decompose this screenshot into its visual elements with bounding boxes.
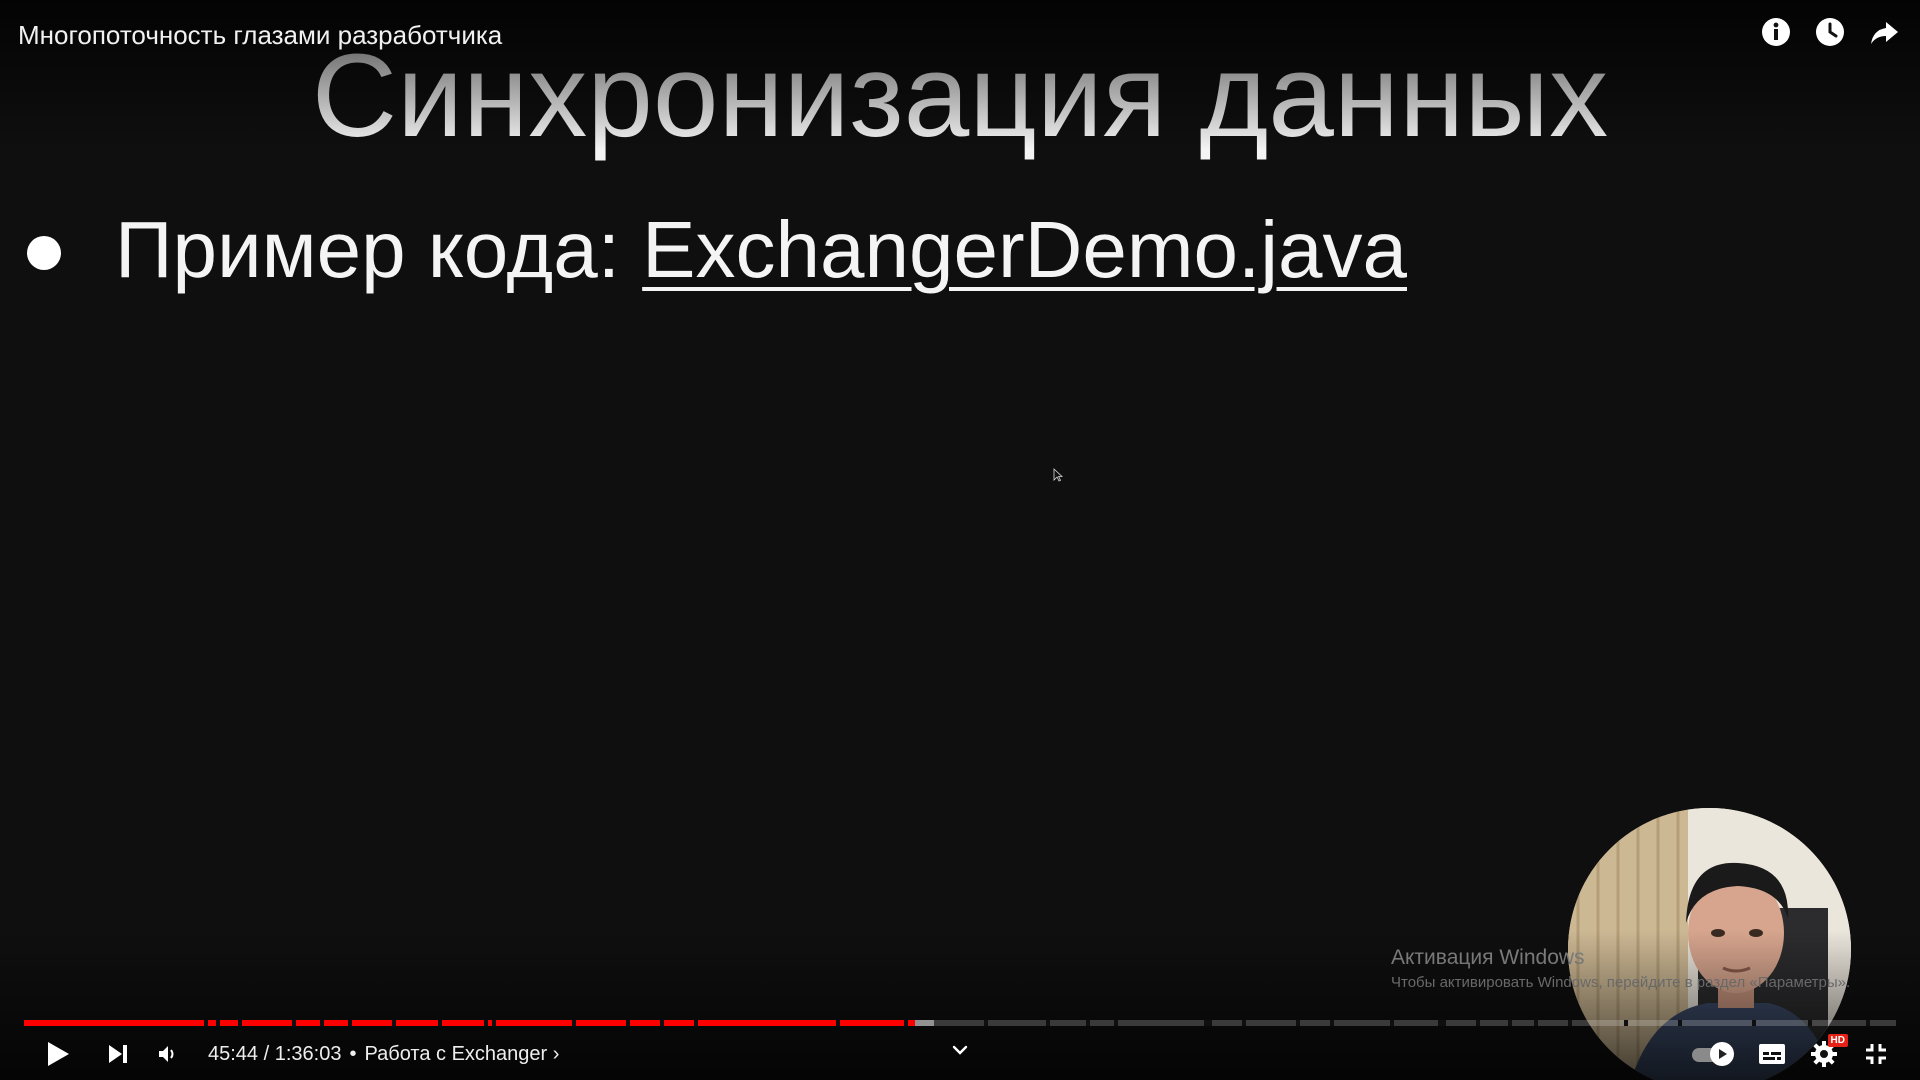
chapter-marker	[484, 1020, 488, 1026]
subtitles-icon	[1759, 1044, 1785, 1064]
chapter-marker	[1752, 1020, 1756, 1026]
slide-bullet-text: Пример кода: ExchangerDemo.java	[115, 204, 1407, 296]
skip-next-icon	[109, 1045, 127, 1063]
chapter-marker	[984, 1020, 988, 1026]
chapter-title: Работа с Exchanger	[364, 1042, 548, 1065]
hd-badge: HD	[1827, 1034, 1848, 1047]
exchanger-demo-link[interactable]: ExchangerDemo.java	[642, 205, 1407, 294]
chapter-marker	[1242, 1020, 1246, 1026]
chapter-marker	[1330, 1020, 1334, 1026]
chapter-marker	[1046, 1020, 1050, 1026]
chapter-marker	[1086, 1020, 1090, 1026]
exit-fullscreen-button[interactable]	[1860, 1038, 1892, 1070]
exit-fullscreen-icon	[1866, 1044, 1886, 1064]
chapter-marker	[1390, 1020, 1394, 1026]
next-button[interactable]	[100, 1036, 136, 1072]
volume-button[interactable]	[150, 1036, 186, 1072]
share-button[interactable]	[1868, 16, 1900, 48]
controls-left: 45:44 / 1:36:03 • Работа с Exchanger ›	[40, 1036, 559, 1072]
chapter-marker	[1114, 1020, 1118, 1026]
watch-later-button[interactable]	[1814, 16, 1846, 48]
video-player[interactable]: Синхронизация данных Пример кода: Exchan…	[0, 0, 1920, 1080]
autoplay-knob	[1710, 1042, 1734, 1066]
chapter-marker	[1568, 1020, 1572, 1026]
play-icon	[48, 1042, 69, 1066]
chevron-down-icon[interactable]	[950, 1040, 970, 1060]
autoplay-toggle[interactable]	[1692, 1042, 1736, 1066]
share-icon	[1871, 22, 1898, 44]
slide-bullet-dot	[27, 236, 61, 270]
chapter-marker	[904, 1020, 908, 1026]
chapter-marker	[204, 1020, 208, 1026]
time-display: 45:44 / 1:36:03	[208, 1042, 342, 1065]
volume-icon	[159, 1046, 174, 1062]
chapter-marker	[1624, 1020, 1628, 1026]
autoplay-play-icon	[1719, 1049, 1727, 1059]
chapter-marker	[1208, 1020, 1212, 1026]
subtitles-button[interactable]	[1756, 1038, 1788, 1070]
chapter-marker	[438, 1020, 442, 1026]
bullet-prefix: Пример кода:	[115, 205, 643, 294]
chapter-marker	[1808, 1020, 1812, 1026]
top-actions	[1760, 16, 1900, 48]
chapter-marker	[392, 1020, 396, 1026]
chapter-marker	[836, 1020, 840, 1026]
chapter-separator: •	[349, 1042, 357, 1065]
chapter-marker	[626, 1020, 630, 1026]
chapter-marker	[694, 1020, 698, 1026]
chapter-marker	[348, 1020, 352, 1026]
chapter-marker	[320, 1020, 324, 1026]
progress-played	[24, 1020, 916, 1026]
chapter-marker	[1296, 1020, 1300, 1026]
chapter-marker	[1476, 1020, 1480, 1026]
chapter-marker	[292, 1020, 296, 1026]
chapter-marker	[1508, 1020, 1512, 1026]
chapter-marker	[572, 1020, 576, 1026]
video-title[interactable]: Многопоточность глазами разработчика	[18, 20, 502, 51]
chapter-marker	[1678, 1020, 1682, 1026]
play-button[interactable]	[40, 1036, 76, 1072]
info-button[interactable]	[1760, 16, 1792, 48]
chapter-marker	[1442, 1020, 1446, 1026]
chevron-right-icon: ›	[552, 1042, 560, 1065]
watermark-subtitle: Чтобы активировать Windows, перейдите в …	[1391, 974, 1851, 991]
watch-later-icon	[1816, 18, 1844, 46]
settings-button[interactable]: HD	[1808, 1034, 1848, 1070]
chapter-marker	[1534, 1020, 1538, 1026]
chapter-marker	[660, 1020, 664, 1026]
chapter-marker	[216, 1020, 220, 1026]
mouse-cursor-icon	[1053, 468, 1063, 482]
windows-activation-watermark: Активация Windows Чтобы активировать Win…	[1391, 946, 1850, 991]
progress-bar[interactable]	[24, 1020, 1896, 1026]
controls-right: HD	[1692, 1034, 1892, 1072]
watermark-title: Активация Windows	[1391, 946, 1585, 969]
chapter-marker	[238, 1020, 242, 1026]
info-icon	[1762, 18, 1790, 46]
chapter-marker	[492, 1020, 496, 1026]
chapter-title-button[interactable]: Работа с Exchanger ›	[364, 1043, 559, 1066]
chapter-marker	[1866, 1020, 1870, 1026]
